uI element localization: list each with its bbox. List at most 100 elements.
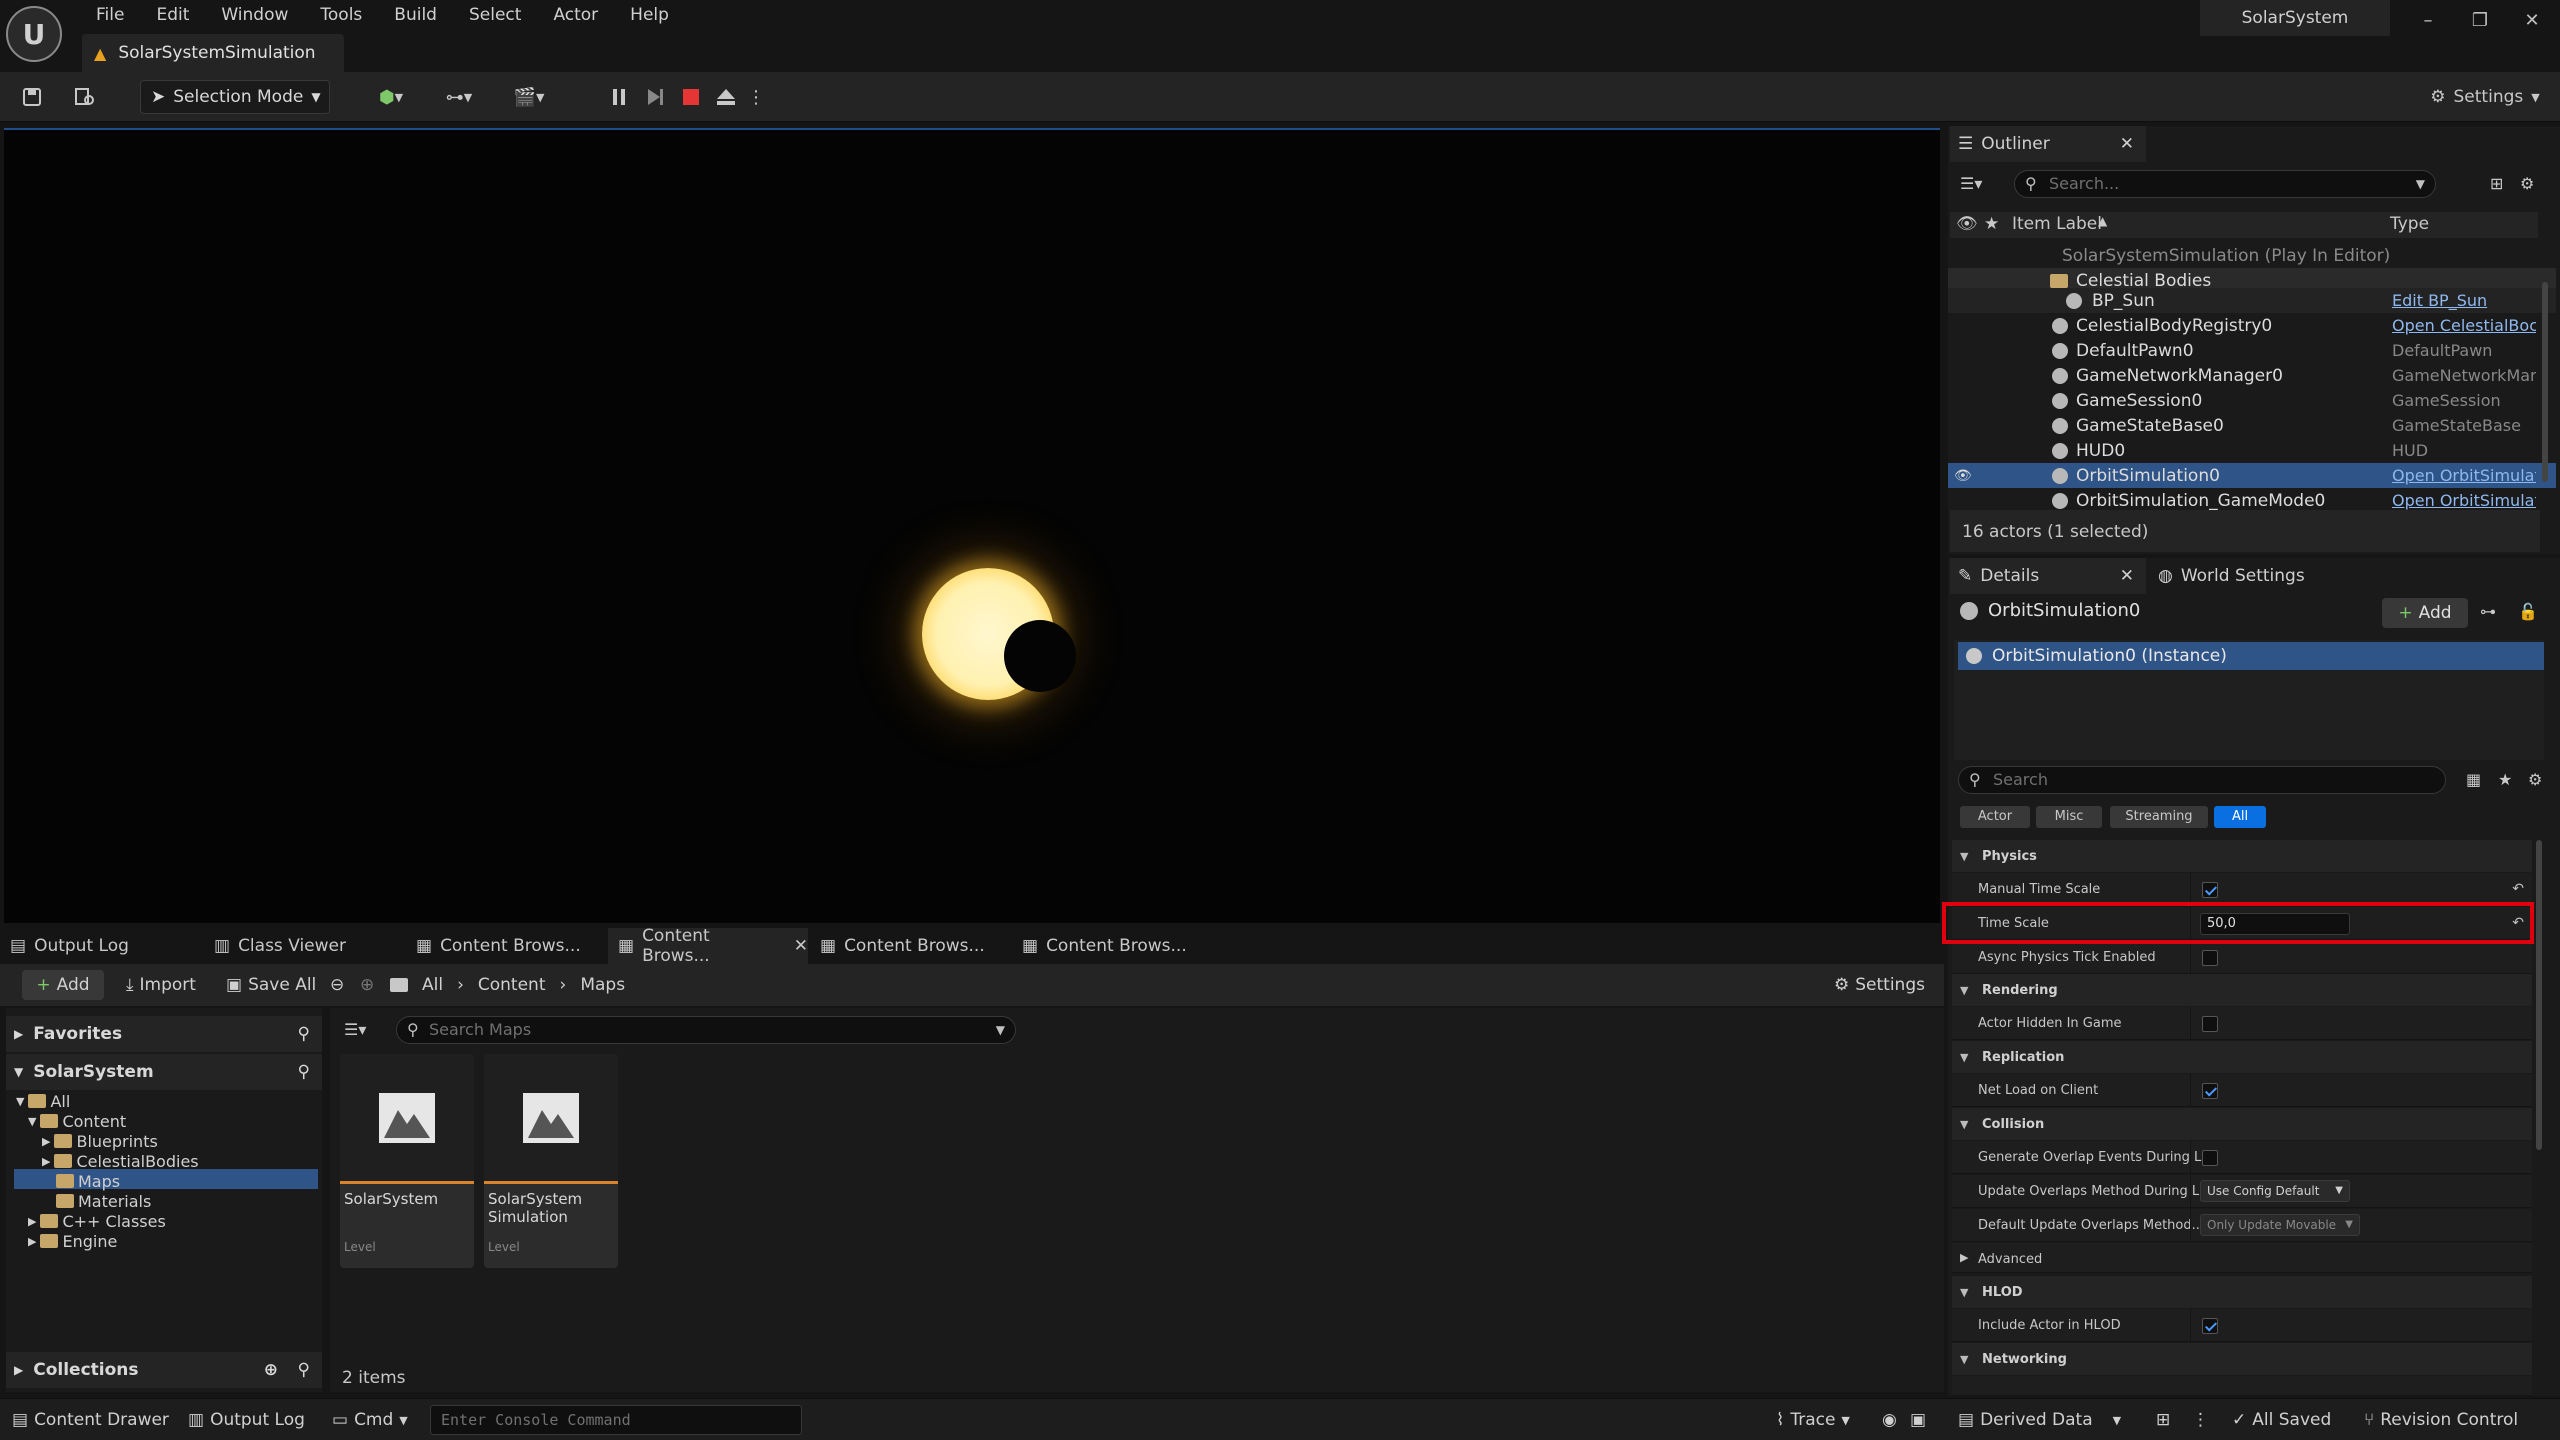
section-physics[interactable]: ▼ Physics <box>1952 840 2532 872</box>
gear-icon[interactable]: ⚙ <box>2528 770 2542 789</box>
star-icon[interactable]: ★ <box>2498 770 2512 789</box>
menu-select[interactable]: Select <box>453 0 537 30</box>
menu-help[interactable]: Help <box>614 0 685 30</box>
unreal-logo-icon[interactable]: U <box>6 6 62 62</box>
search-icon[interactable]: ⚲ <box>298 1360 310 1380</box>
outliner-row[interactable]: BP_Sun Edit BP_Sun <box>1948 288 2556 313</box>
history-forward-icon[interactable]: ⊕ <box>360 970 374 1000</box>
restore-icon[interactable]: ❐ <box>2452 0 2508 40</box>
outliner-root[interactable]: SolarSystemSimulation (Play In Editor) <box>1948 243 2556 268</box>
stop-icon[interactable] <box>678 82 704 112</box>
chevron-down-icon[interactable]: ▼ <box>996 1017 1005 1043</box>
level-viewport[interactable] <box>4 128 1940 923</box>
outliner-type-link[interactable]: Open OrbitSimulat <box>2392 466 2536 485</box>
section-replication[interactable]: ▼ Replication <box>1952 1041 2532 1073</box>
selection-mode-dropdown[interactable]: ➤ Selection Mode ▼ <box>140 80 330 114</box>
menu-edit[interactable]: Edit <box>140 0 205 30</box>
outliner-search-input[interactable]: ⚲ Search... ▼ <box>2014 170 2436 198</box>
cmd-dropdown[interactable]: ▭ Cmd ▼ <box>332 1405 408 1435</box>
all-saved-button[interactable]: ✓ All Saved <box>2232 1405 2331 1435</box>
include-hlod-checkbox[interactable] <box>2202 1318 2218 1334</box>
details-add-button[interactable]: + Add <box>2382 598 2468 628</box>
filter-icon[interactable]: ☰▾ <box>1960 174 1982 193</box>
menu-window[interactable]: Window <box>205 0 304 30</box>
save-all-button[interactable]: ▣ Save All <box>226 970 316 1000</box>
menu-tools[interactable]: Tools <box>304 0 378 30</box>
net-load-checkbox[interactable] <box>2202 1083 2218 1099</box>
menu-file[interactable]: File <box>80 0 140 30</box>
asset-tile-solarsystem[interactable]: SolarSystem Level <box>340 1054 474 1268</box>
menu-build[interactable]: Build <box>378 0 453 30</box>
actor-hidden-checkbox[interactable] <box>2202 1016 2218 1032</box>
tab-details[interactable]: ✎ Details ✕ <box>1950 558 2146 594</box>
asset-tile-solarsystem-simulation[interactable]: SolarSystem Simulation Level <box>484 1054 618 1268</box>
more-options-icon[interactable]: ⋮ <box>2192 1405 2209 1435</box>
folder-icon[interactable] <box>390 970 408 1000</box>
add-collection-icon[interactable]: ⊕ <box>264 1360 278 1380</box>
console-input[interactable]: Enter Console Command <box>430 1405 802 1435</box>
column-item-label[interactable]: Item Label <box>2012 214 2102 234</box>
filter-icon[interactable]: ☰▾ <box>344 1020 366 1039</box>
gear-icon[interactable]: ⚙ <box>2520 174 2534 193</box>
tab-class-viewer[interactable]: ▥ Class Viewer <box>204 928 404 964</box>
close-tab-icon[interactable]: ✕ <box>2120 566 2134 586</box>
outliner-row[interactable]: 👁 OrbitSimulation0 Open OrbitSimulat <box>1948 463 2556 488</box>
reset-icon[interactable]: ↶ <box>2512 881 2524 897</box>
tab-content-browser-2[interactable]: ▦ Content Brows... ✕ <box>608 926 808 966</box>
record-icon[interactable]: ◉ <box>1882 1405 1897 1435</box>
tree-item-blueprints[interactable]: ▶ Blueprints <box>42 1131 158 1151</box>
outliner-row[interactable]: GameNetworkManager0 GameNetworkMar <box>1948 363 2556 388</box>
breadcrumb-content[interactable]: Content <box>478 975 546 995</box>
eject-icon[interactable] <box>712 82 740 112</box>
section-collision[interactable]: ▼ Collision <box>1952 1108 2532 1140</box>
frame-skip-icon[interactable] <box>642 82 668 112</box>
section-rendering[interactable]: ▼ Rendering <box>1952 974 2532 1006</box>
revision-control-button[interactable]: ⑂ Revision Control <box>2364 1405 2518 1435</box>
collections-header[interactable]: ▶ Collections ⊕ ⚲ <box>6 1352 322 1388</box>
async-physics-checkbox[interactable] <box>2202 950 2218 966</box>
minimize-icon[interactable]: – <box>2400 0 2456 40</box>
grid-view-icon[interactable]: ▦ <box>2466 770 2481 789</box>
add-actor-icon[interactable]: ⬢ ▼ <box>368 82 414 112</box>
more-options-icon[interactable]: ⋮ <box>747 82 765 112</box>
tree-item-maps[interactable]: Maps <box>56 1171 120 1191</box>
generate-overlap-checkbox[interactable] <box>2202 1150 2218 1166</box>
tree-item-all[interactable]: ▼ All <box>16 1091 70 1111</box>
cb-settings-button[interactable]: ⚙ Settings <box>1834 970 1925 1000</box>
tab-content-browser-3[interactable]: ▦ Content Brows... <box>810 928 1010 964</box>
favorites-header[interactable]: ▶ Favorites ⚲ <box>6 1016 322 1052</box>
tab-content-browser-1[interactable]: ▦ Content Brows... <box>406 928 606 964</box>
component-instance-row[interactable]: OrbitSimulation0 (Instance) <box>1958 642 2544 670</box>
project-header[interactable]: ▼ SolarSystem ⚲ <box>6 1054 322 1090</box>
tab-content-browser-4[interactable]: ▦ Content Brows... <box>1012 928 1212 964</box>
filter-all[interactable]: All <box>2214 806 2266 828</box>
close-window-icon[interactable]: ✕ <box>2504 0 2560 40</box>
blueprint-icon[interactable]: ⊶ <box>2480 602 2496 621</box>
visibility-icon[interactable]: 👁 <box>1954 468 1972 484</box>
browse-icon[interactable] <box>70 82 100 112</box>
close-tab-icon[interactable]: ✕ <box>794 936 808 956</box>
column-type[interactable]: Type <box>2390 214 2429 234</box>
outliner-row[interactable]: HUD0 HUD <box>1948 438 2556 463</box>
add-button[interactable]: + Add <box>22 970 104 1000</box>
lock-icon[interactable]: 🔓 <box>2518 602 2538 621</box>
new-folder-icon[interactable]: ⊞ <box>2490 174 2503 193</box>
history-back-icon[interactable]: ⊖ <box>330 970 344 1000</box>
section-networking[interactable]: ▼ Networking <box>1952 1343 2532 1375</box>
outliner-scrollbar[interactable] <box>2542 282 2550 482</box>
settings-button[interactable]: ⚙ Settings ▼ <box>2420 82 2550 112</box>
chevron-down-icon[interactable]: ▼ <box>2416 171 2425 197</box>
import-button[interactable]: ⤓ Import <box>126 970 196 1000</box>
section-hlod[interactable]: ▼ HLOD <box>1952 1276 2532 1308</box>
breadcrumb-all[interactable]: All <box>422 975 443 995</box>
outliner-type-link[interactable]: Edit BP_Sun <box>2392 291 2536 310</box>
tab-outliner[interactable]: ☰ Outliner ✕ <box>1950 126 2146 162</box>
tree-item-engine[interactable]: ▶ Engine <box>28 1231 117 1251</box>
details-scrollbar[interactable] <box>2536 840 2544 1150</box>
outliner-type-link[interactable]: Open OrbitSimulat <box>2392 491 2536 510</box>
blueprint-icon[interactable]: ⊶ ▼ <box>436 82 482 112</box>
trace-dropdown[interactable]: ⌇ Trace ▼ <box>1776 1405 1850 1435</box>
search-icon[interactable]: ⚲ <box>298 1062 310 1082</box>
outliner-row[interactable]: GameStateBase0 GameStateBase <box>1948 413 2556 438</box>
cinematics-icon[interactable]: 🎬 ▼ <box>506 82 552 112</box>
